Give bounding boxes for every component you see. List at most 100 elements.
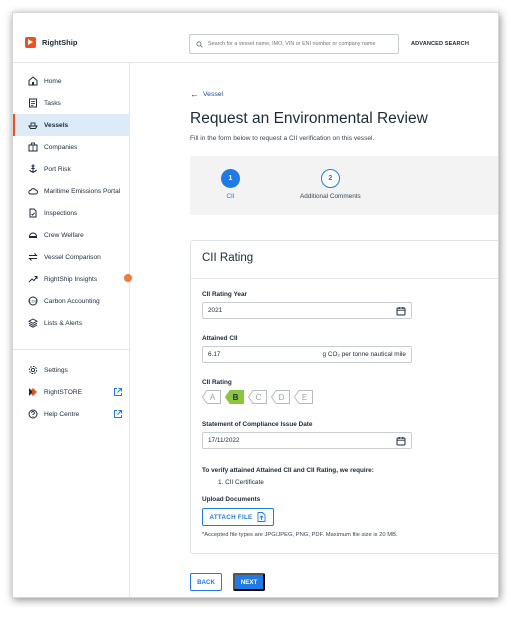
gear-icon — [28, 365, 38, 375]
rating-option-b[interactable]: B — [224, 390, 244, 404]
sidebar-item-label: Crew Welfare — [44, 231, 84, 239]
rating-option-c[interactable]: C — [247, 390, 267, 404]
sidebar-item-label: RightShip Insights — [44, 275, 98, 283]
sidebar-item-label: Companies — [44, 143, 78, 151]
back-to-vessel-link[interactable]: ← Vessel — [190, 89, 223, 99]
sidebar-item-tasks[interactable]: Tasks — [13, 92, 130, 114]
sidebar-item-companies[interactable]: Companies — [13, 136, 130, 158]
app-name: RightShip — [42, 38, 78, 47]
sidebar-item-settings[interactable]: Settings — [13, 359, 130, 381]
step-cii[interactable]: 1 CII — [221, 169, 240, 200]
rating-letter: C — [256, 393, 262, 402]
svg-text:CO2: CO2 — [29, 299, 37, 303]
cii-rating-label: CII Rating — [202, 379, 232, 386]
sidebar-item-label: Carbon Accounting — [44, 297, 100, 305]
search-input[interactable] — [208, 41, 398, 47]
stepper: 1 CII 2 Additional Comments — [190, 156, 498, 215]
rating-option-a[interactable]: A — [201, 390, 221, 404]
sidebar-item-rightstore[interactable]: RightSTORE — [13, 381, 130, 403]
rating-option-d[interactable]: D — [270, 390, 290, 404]
sidebar-collapse-badge[interactable] — [124, 274, 132, 282]
next-button[interactable]: NEXT — [233, 573, 265, 591]
requirement-item: 1. CII Certificate — [218, 479, 264, 486]
sidebar-divider — [13, 349, 130, 350]
sidebar-item-label: Home — [44, 77, 62, 85]
step-additional-comments[interactable]: 2 Additional Comments — [300, 169, 361, 200]
attach-file-button[interactable]: ATTACH FILE — [202, 508, 274, 526]
rightship-logo[interactable]: RightShip — [25, 37, 77, 48]
page-title: Request an Environmental Review — [190, 110, 428, 127]
cii-rating-selector: A B C D E — [201, 390, 317, 404]
step-number: 2 — [320, 169, 340, 188]
sidebar-item-vessels[interactable]: Vessels — [13, 114, 130, 136]
top-bar: RightShip ADVANCED SEARCH — [13, 13, 498, 63]
attach-file-label: ATTACH FILE — [209, 513, 253, 521]
external-link-icon[interactable] — [113, 387, 123, 397]
rightship-logo-icon — [25, 37, 36, 48]
back-link-label: Vessel — [203, 90, 224, 98]
tasks-icon — [28, 98, 38, 108]
file-upload-icon — [258, 512, 266, 522]
sidebar-item-port-risk[interactable]: Port Risk — [13, 158, 130, 180]
app-window: RightShip ADVANCED SEARCH Home Tasks Ves… — [12, 12, 499, 598]
file-type-note: *Accepted file types are JPG/JPEG, PNG, … — [202, 532, 398, 538]
sidebar-item-label: Tasks — [44, 99, 61, 107]
step-number: 1 — [221, 169, 240, 188]
store-icon — [28, 387, 38, 397]
attained-cii-label: Attained CII — [202, 335, 238, 342]
cii-rating-year-field[interactable]: 2021 — [202, 302, 412, 319]
sidebar-item-label: Vessel Comparison — [44, 253, 101, 261]
sidebar-item-help-centre[interactable]: Help Centre — [13, 403, 130, 425]
helmet-icon — [28, 230, 38, 240]
sidebar-item-label: Inspections — [44, 209, 78, 217]
cloud-icon — [28, 186, 38, 196]
search-icon — [196, 40, 203, 48]
attained-cii-field[interactable]: 6.17 g CO₂ per tonne nautical mile — [202, 346, 412, 363]
sidebar-item-inspections[interactable]: Inspections — [13, 202, 130, 224]
step-label: Additional Comments — [300, 193, 361, 200]
rating-letter: D — [279, 393, 285, 402]
sidebar-item-label: Vessels — [44, 121, 69, 129]
step-label: CII — [226, 193, 235, 200]
sidebar-item-label: RightSTORE — [44, 388, 82, 396]
sidebar-item-label: Lists & Alerts — [44, 319, 83, 327]
arrow-left-icon: ← — [190, 89, 199, 99]
upload-documents-label: Upload Documents — [202, 496, 261, 503]
requirements-title: To verify attained Attained CII and CII … — [202, 467, 374, 474]
home-icon — [28, 76, 38, 86]
compare-icon — [28, 252, 38, 262]
search-box[interactable] — [189, 34, 399, 54]
sidebar-item-carbon-accounting[interactable]: CO2 Carbon Accounting — [13, 290, 130, 312]
rating-letter: A — [210, 393, 216, 402]
attained-cii-value: 6.17 — [208, 351, 221, 358]
calendar-icon[interactable] — [396, 306, 406, 316]
co2-icon: CO2 — [28, 296, 38, 306]
soc-issue-date-value: 17/11/2022 — [208, 437, 240, 444]
anchor-icon — [28, 164, 38, 174]
soc-issue-date-label: Statement of Compliance Issue Date — [202, 421, 313, 428]
sidebar-item-label: Settings — [44, 366, 68, 374]
layers-icon — [28, 318, 38, 328]
help-icon — [28, 409, 38, 419]
back-button[interactable]: BACK — [190, 573, 222, 591]
section-divider — [191, 278, 498, 279]
sidebar-item-lists-alerts[interactable]: Lists & Alerts — [13, 312, 130, 334]
rating-letter: B — [233, 393, 239, 402]
sidebar-item-label: Maritime Emissions Portal — [44, 187, 121, 195]
sidebar-item-vessel-comparison[interactable]: Vessel Comparison — [13, 246, 130, 268]
inspection-icon — [28, 208, 38, 218]
ship-icon — [28, 120, 38, 130]
soc-issue-date-field[interactable]: 17/11/2022 — [202, 432, 412, 449]
sidebar-item-rightship-insights[interactable]: RightShip Insights — [13, 268, 130, 290]
calendar-icon[interactable] — [396, 436, 406, 446]
sidebar: Home Tasks Vessels Companies Port Risk M… — [13, 63, 130, 597]
sidebar-item-maritime-emissions-portal[interactable]: Maritime Emissions Portal — [13, 180, 130, 202]
sidebar-item-crew-welfare[interactable]: Crew Welfare — [13, 224, 130, 246]
section-title: CII Rating — [202, 252, 254, 264]
external-link-icon[interactable] — [113, 409, 123, 419]
rating-letter: E — [302, 393, 307, 402]
advanced-search-link[interactable]: ADVANCED SEARCH — [411, 41, 469, 47]
sidebar-item-label: Help Centre — [44, 410, 80, 418]
sidebar-item-home[interactable]: Home — [13, 70, 130, 92]
rating-option-e[interactable]: E — [293, 390, 313, 404]
